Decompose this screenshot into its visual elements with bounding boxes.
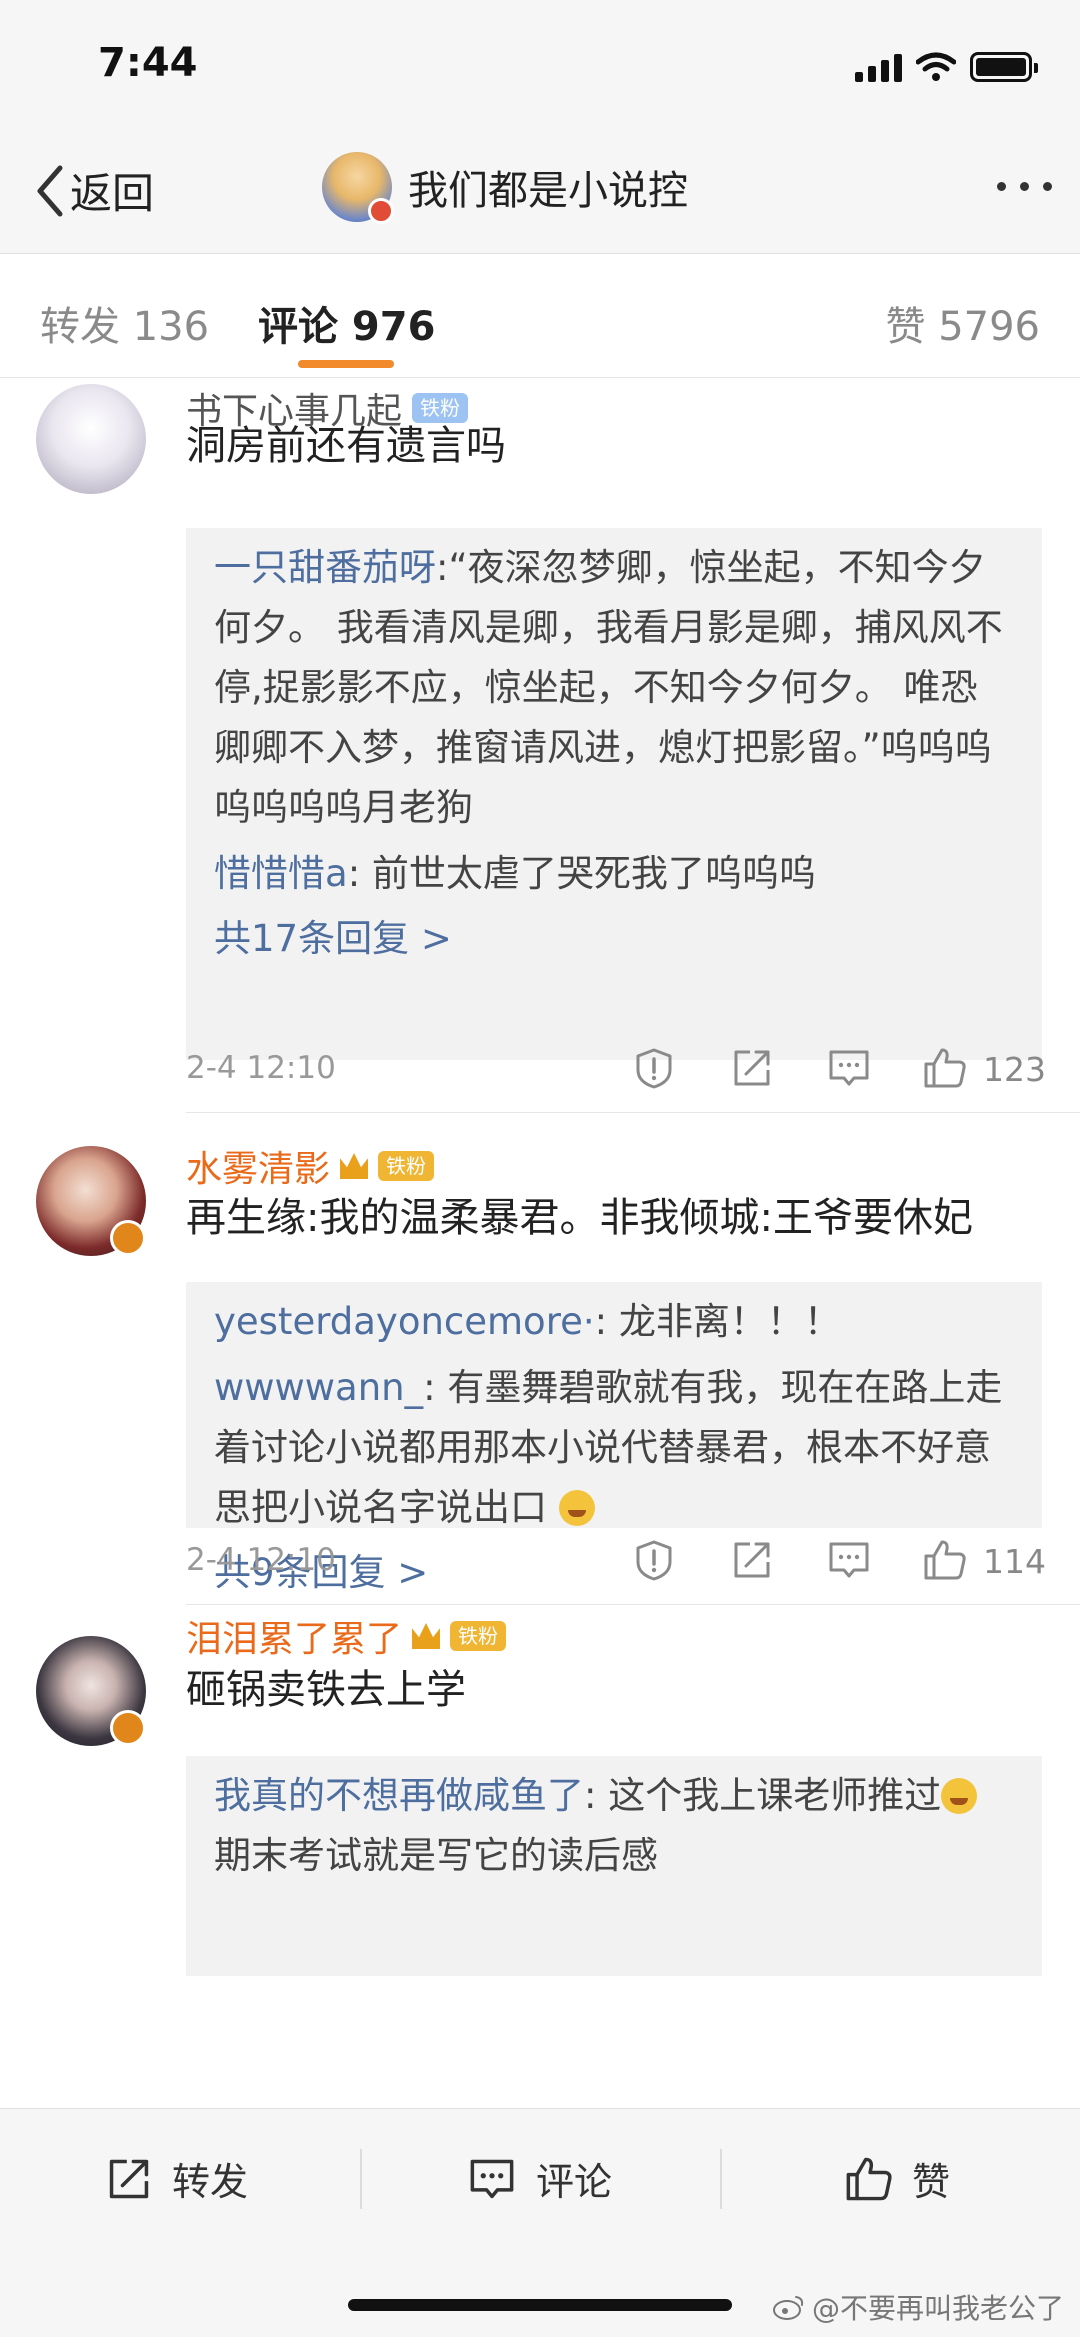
reply-box[interactable]: 一只甜番茄呀:“夜深忽梦卿，惊坐起，不知今夕何夕。 我看清风是卿，我看月影是卿，… (186, 528, 1042, 1060)
fan-badge: 铁粉 (450, 1621, 507, 1651)
signal-icon (855, 52, 902, 82)
tab-comments[interactable]: 评论 976 (258, 294, 435, 352)
verified-badge-icon (110, 1220, 146, 1256)
comment-meta: 2-4 12:10 114 (186, 1534, 1046, 1584)
weibo-logo-icon (772, 2296, 804, 2320)
active-tab-indicator (298, 360, 394, 368)
like-label: 赞 (912, 2160, 951, 2204)
commenter-avatar[interactable] (36, 1636, 146, 1746)
status-bar: 7:44 (0, 0, 1080, 130)
tab-bar: 转发 136 评论 976 赞 5796 (0, 254, 1080, 378)
back-label: 返回 (70, 169, 155, 218)
crown-icon (412, 1623, 441, 1649)
reply-username[interactable]: 一只甜番茄呀 (214, 546, 436, 589)
reply-item: 一只甜番茄呀:“夜深忽梦卿，惊坐起，不知今夕何夕。 我看清风是卿，我看月影是卿，… (214, 538, 1014, 838)
comment-text: 砸锅卖铁去上学 (186, 1667, 466, 1713)
share-icon[interactable] (730, 1538, 774, 1582)
comment-label: 评论 (536, 2160, 613, 2204)
like-count: 123 (983, 1050, 1046, 1089)
status-icons (855, 52, 1038, 82)
commenter-name[interactable]: 水雾清影 铁粉 (186, 1140, 435, 1192)
account-avatar[interactable] (322, 152, 394, 224)
report-icon[interactable] (632, 1046, 676, 1090)
comment-text: 再生缘:我的温柔暴君。非我倾城:王爷要休妃 (186, 1195, 973, 1241)
reply-text-continued: 期末考试就是写它的读后感 (214, 1834, 658, 1877)
reply-text: : 龙非离！！！ (594, 1300, 841, 1343)
bottom-action-bar: 转发 评论 赞 @不要再叫我老公了 (0, 2108, 1080, 2337)
share-icon[interactable] (730, 1046, 774, 1090)
comment-list[interactable]: 书下心事几起 铁粉 洞房前还有遗言吗 一只甜番茄呀:“夜深忽梦卿，惊坐起，不知今… (0, 378, 1080, 2108)
crown-icon (340, 1153, 369, 1179)
share-icon (109, 2159, 149, 2198)
comment-date: 2-4 12:10 (186, 1050, 336, 1086)
commenter-name[interactable]: 泪泪累了累了 铁粉 (186, 1610, 507, 1662)
like-icon[interactable] (922, 1046, 968, 1090)
more-options-button[interactable] (997, 182, 1052, 191)
more-dot-icon (997, 182, 1006, 191)
nav-title: 我们都是小说控 (408, 168, 688, 214)
commenter-avatar[interactable] (36, 384, 146, 494)
reply-item: wwwwann_: 有墨舞碧歌就有我，现在在路上走着讨论小说都用那本小说代替暴君… (214, 1358, 1014, 1538)
like-icon (846, 2157, 892, 2200)
reply-box[interactable]: 我真的不想再做咸鱼了: 这个我上课老师推过期末考试就是写它的读后感 (186, 1756, 1042, 1976)
watermark: @不要再叫我老公了 (772, 2287, 1064, 2327)
reply-item: 惜惜惜a: 前世太虐了哭死我了呜呜呜 (214, 844, 1014, 904)
username-text: 泪泪累了累了 (186, 1619, 403, 1660)
reply-box[interactable]: yesterdayoncemore·: 龙非离！！！ wwwwann_: 有墨舞… (186, 1282, 1042, 1594)
reply-username[interactable]: wwwwann_ (214, 1366, 423, 1409)
username-text: 水雾清影 (186, 1149, 331, 1190)
reply-text: : 这个我上课老师推过 (584, 1774, 942, 1817)
comment-text: 洞房前还有遗言吗 (186, 423, 506, 469)
back-button[interactable]: 返回 (34, 160, 154, 221)
like-count: 114 (983, 1542, 1046, 1581)
home-indicator[interactable] (348, 2299, 732, 2311)
repost-label: 转发 (172, 2160, 249, 2204)
reply-username[interactable]: yesterdayoncemore· (214, 1300, 595, 1343)
battery-icon (970, 52, 1038, 82)
status-time: 7:44 (98, 40, 198, 86)
report-icon[interactable] (632, 1538, 676, 1582)
crying-emoji-icon (941, 1778, 978, 1814)
reply-item: 我真的不想再做咸鱼了: 这个我上课老师推过期末考试就是写它的读后感 (214, 1766, 1014, 1886)
repost-button[interactable]: 转发 (104, 2151, 248, 2206)
comment-divider (186, 1112, 1080, 1113)
bottom-separator (720, 2149, 722, 2209)
more-dot-icon (1043, 182, 1052, 191)
wifi-icon (916, 52, 956, 81)
comment-icon[interactable] (826, 1538, 872, 1582)
tab-reposts[interactable]: 转发 136 (40, 294, 209, 352)
like-icon[interactable] (922, 1538, 968, 1582)
reply-item: yesterdayoncemore·: 龙非离！！！ (214, 1292, 1014, 1352)
more-dot-icon (1020, 182, 1029, 191)
commenter-avatar[interactable] (36, 1146, 146, 1256)
reply-text: : 前世太虐了哭死我了呜呜呜 (347, 852, 816, 895)
like-button[interactable]: 赞 (844, 2151, 950, 2206)
comment-date: 2-4 12:10 (186, 1542, 336, 1578)
comment-divider (186, 1604, 1080, 1605)
emoji-icon (558, 1490, 595, 1526)
view-all-replies-link[interactable]: 共17条回复 > (214, 904, 1014, 974)
verified-badge-icon (110, 1710, 146, 1746)
verified-badge-icon (368, 198, 394, 224)
reply-username[interactable]: 惜惜惜a (214, 852, 348, 895)
chevron-left-icon (37, 165, 63, 216)
bottom-separator (360, 2149, 362, 2209)
reply-username[interactable]: 我真的不想再做咸鱼了 (214, 1774, 584, 1817)
watermark-text: @不要再叫我老公了 (811, 2292, 1064, 2325)
comment-meta: 2-4 12:10 123 (186, 1042, 1046, 1092)
comment-icon (470, 2159, 514, 2198)
fan-badge: 铁粉 (378, 1151, 435, 1181)
tab-likes[interactable]: 赞 5796 (885, 294, 1040, 352)
nav-account[interactable]: 我们都是小说控 (322, 152, 688, 224)
nav-bar: 返回 我们都是小说控 (0, 130, 1080, 254)
comment-button[interactable]: 评论 (466, 2151, 612, 2206)
comment-icon[interactable] (826, 1046, 872, 1090)
